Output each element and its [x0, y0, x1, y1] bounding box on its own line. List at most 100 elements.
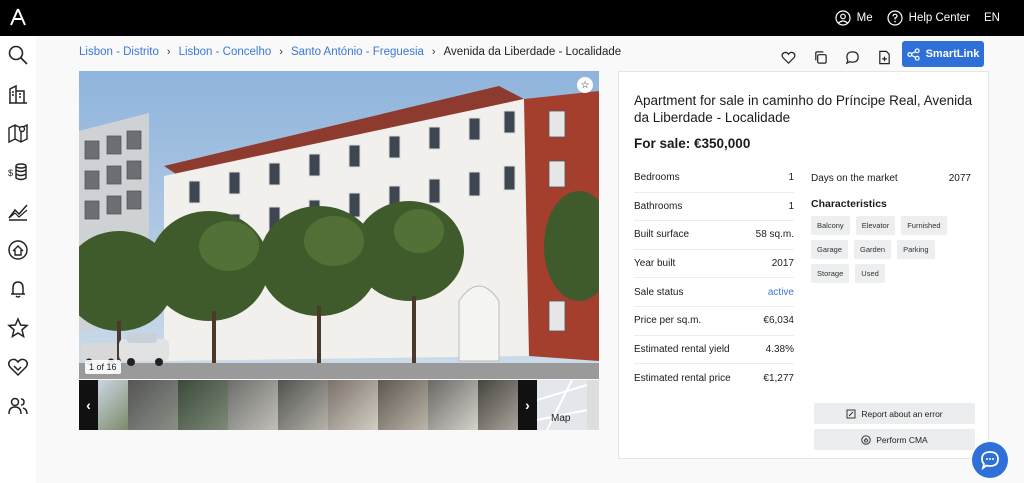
days-on-market-row: Days on the market 2077 [811, 164, 971, 192]
days-on-market-label: Days on the market [811, 172, 898, 184]
bell-icon[interactable] [7, 278, 29, 300]
map-label: Map [551, 413, 571, 424]
tag-furnished: Furnished [901, 216, 947, 235]
chat-icon [981, 451, 999, 471]
spec-row: Estimated rental price €1,277 [634, 364, 794, 393]
top-right-menu: Me Help Center EN [835, 0, 1024, 36]
listing-details-card: Apartment for sale in caminho do Príncip… [618, 71, 989, 459]
spec-row: Price per sq.m. €6,034 [634, 307, 794, 336]
market-info: Days on the market 2077 Characteristics … [811, 164, 971, 283]
thumbnail[interactable] [98, 380, 128, 430]
language-selector[interactable]: EN [984, 12, 1000, 24]
help-center-link[interactable]: Help Center [887, 10, 970, 26]
chart-icon[interactable] [7, 200, 29, 222]
sale-status-value: active [767, 286, 794, 298]
spec-row: Bedrooms 1 [634, 164, 794, 193]
main-content: Lisbon - Distrito › Lisbon - Concelho › … [36, 36, 1024, 483]
home-icon[interactable] [7, 239, 29, 261]
thumbnail[interactable] [128, 380, 178, 430]
photo-counter: 1 of 16 [85, 360, 121, 374]
tag-storage: Storage [811, 264, 850, 283]
handshake-heart-icon [781, 51, 795, 64]
coins-icon[interactable]: $ [7, 161, 29, 183]
smartlink-label: SmartLink [925, 48, 980, 60]
copy-button[interactable] [804, 45, 836, 69]
star-icon[interactable] [7, 317, 29, 339]
spec-label: Bedrooms [634, 172, 680, 184]
spec-label: Price per sq.m. [634, 315, 702, 327]
top-bar: Me Help Center EN [0, 0, 1024, 36]
chevron-left-icon: ‹ [86, 397, 91, 413]
spec-value: 2017 [771, 258, 794, 270]
spec-value: €1,277 [763, 372, 794, 384]
brand-logo-icon[interactable] [9, 7, 27, 27]
sidebar: $ [0, 36, 36, 483]
days-on-market-value: 2077 [948, 172, 971, 184]
spec-label: Year built [634, 258, 676, 270]
listing-title: Apartment for sale in caminho do Príncip… [634, 93, 973, 125]
spec-value: 1 [788, 172, 794, 184]
thumbs-next-button[interactable]: › [518, 380, 537, 430]
perform-cma-button[interactable]: Perform CMA [814, 429, 975, 450]
buildings-icon[interactable] [7, 83, 29, 105]
chat-support-button[interactable] [972, 442, 1008, 478]
main-property-photo[interactable]: ☆ 1 of 16 [79, 71, 599, 379]
spec-row: Year built 2017 [634, 250, 794, 279]
svg-text:$: $ [8, 168, 13, 178]
comment-button[interactable] [836, 45, 868, 69]
favorite-heart-button[interactable] [772, 45, 804, 69]
share-icon [906, 47, 920, 61]
file-plus-icon [878, 50, 890, 64]
thumbnail-strip: ‹ › Map [79, 379, 599, 431]
me-menu[interactable]: Me [835, 10, 873, 26]
thumbnail[interactable] [478, 380, 518, 430]
thumbnail[interactable] [178, 380, 228, 430]
user-circle-icon [835, 10, 851, 26]
help-center-label: Help Center [908, 12, 971, 24]
breadcrumb-district[interactable]: Lisbon - Distrito [79, 46, 159, 58]
thumbs-prev-button[interactable]: ‹ [79, 380, 98, 430]
spec-label: Bathrooms [634, 200, 683, 212]
spec-label: Estimated rental price [634, 372, 731, 384]
specs-table: Bedrooms 1 Bathrooms 1 Built surface 58 sq.… [634, 164, 794, 393]
thumbnail[interactable] [278, 380, 328, 430]
tag-garage: Garage [811, 240, 849, 259]
breadcrumb: Lisbon - Distrito › Lisbon - Concelho › … [79, 46, 621, 58]
thumbnail[interactable] [328, 380, 378, 430]
smartlink-button[interactable]: SmartLink [902, 41, 984, 67]
copy-icon [814, 50, 827, 64]
question-circle-icon [887, 10, 903, 26]
thumbnail[interactable] [378, 380, 428, 430]
spec-label: Sale status [634, 286, 684, 298]
favorite-star-button[interactable]: ☆ [577, 77, 593, 93]
tag-elevator: Elevator [855, 216, 896, 235]
users-icon[interactable] [7, 395, 29, 417]
handshake-icon[interactable] [7, 356, 29, 378]
breadcrumb-parish[interactable]: Santo António - Freguesia [291, 46, 424, 58]
language-label: EN [984, 12, 1000, 24]
map-thumbnail[interactable]: Map [536, 379, 588, 431]
perform-cma-label: Perform CMA [876, 434, 928, 445]
breadcrumb-municipality[interactable]: Lisbon - Concelho [179, 46, 272, 58]
search-icon[interactable] [7, 44, 29, 66]
add-document-button[interactable] [868, 45, 900, 69]
thumbnail[interactable] [228, 380, 278, 430]
star-outline-icon: ☆ [580, 79, 590, 91]
chevron-right-icon: › [525, 397, 530, 413]
thumbnail[interactable] [428, 380, 478, 430]
spec-value: €6,034 [763, 315, 794, 327]
home-circle-icon [861, 434, 871, 445]
report-error-label: Report about an error [861, 408, 943, 419]
characteristics-heading: Characteristics [811, 198, 887, 210]
characteristics-tags: Balcony Elevator Furnished Garage Garden… [811, 216, 971, 283]
report-error-button[interactable]: Report about an error [814, 403, 975, 424]
building-photo [79, 71, 599, 379]
spec-value: 58 sq.m. [755, 229, 794, 241]
edit-icon [846, 409, 856, 418]
spec-value: 1 [788, 200, 794, 212]
map-pin-icon[interactable] [7, 122, 29, 144]
listing-price: For sale: €350,000 [634, 136, 751, 151]
spec-label: Built surface [634, 229, 690, 241]
tag-balcony: Balcony [811, 216, 850, 235]
chevron-right-icon: › [279, 46, 283, 58]
